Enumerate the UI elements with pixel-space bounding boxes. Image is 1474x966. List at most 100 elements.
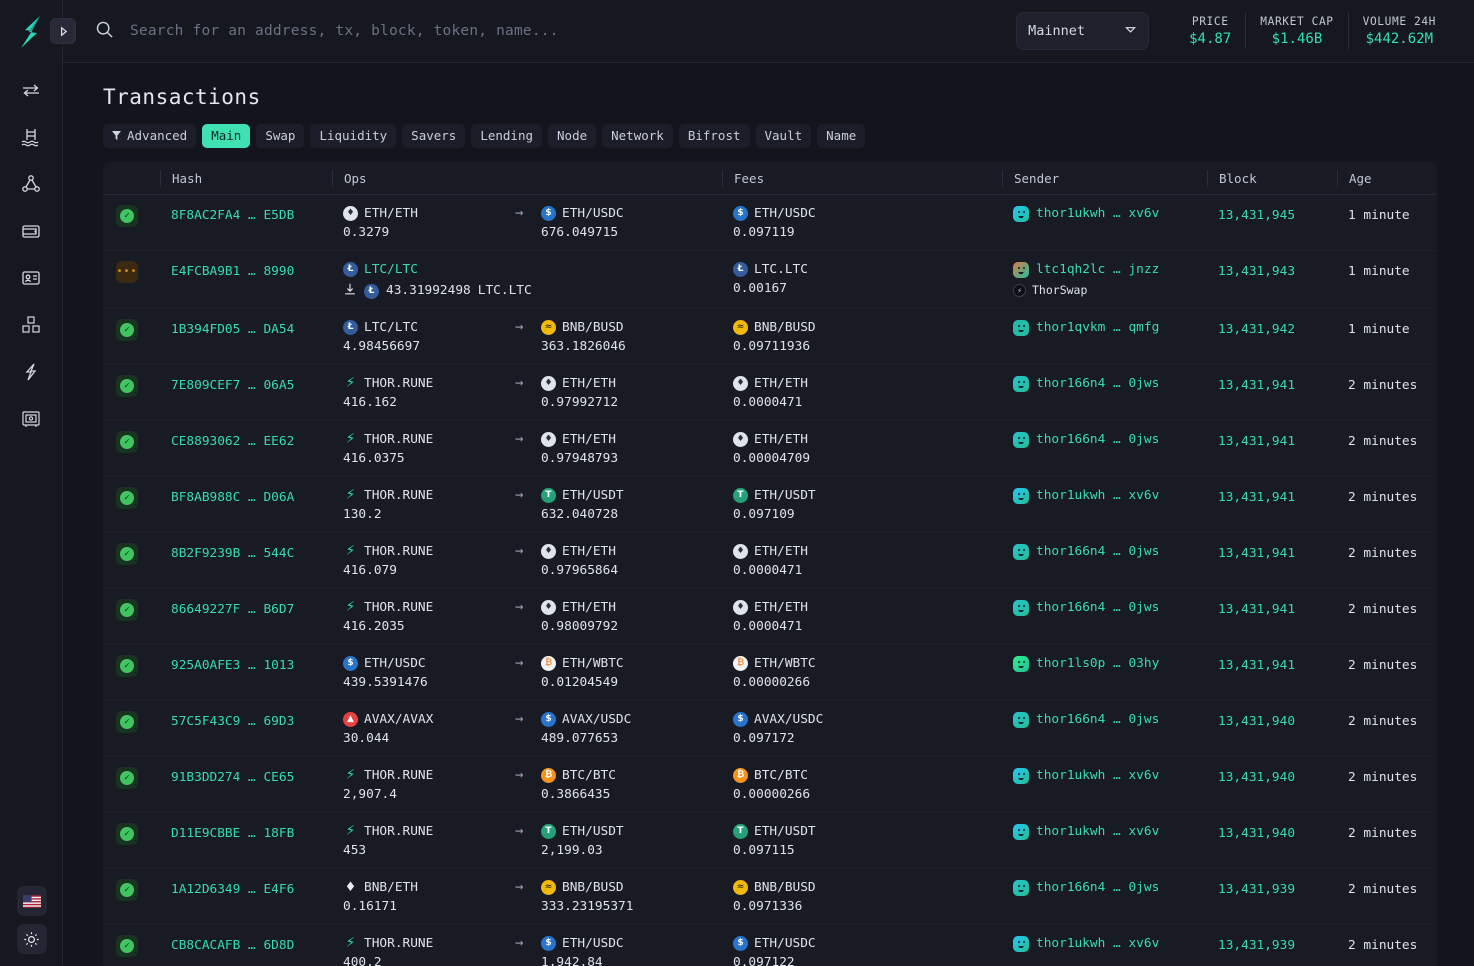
network-select[interactable]: Mainnet	[1016, 12, 1150, 50]
table-row[interactable]: ✓ 57C5F43C9 … 69D3 ▲ AVAX/AVAX 30.044 → $ AVAX/…	[103, 701, 1437, 757]
token-name[interactable]: ETH/USDT	[562, 486, 624, 505]
sender-address-link[interactable]: thor1ls0p … 03hy	[1036, 654, 1159, 673]
tx-hash-link[interactable]: 86649227F … B6D7	[171, 602, 294, 617]
token-name[interactable]: BNB/BUSD	[754, 878, 816, 897]
token-name[interactable]: ETH/USDC	[562, 934, 624, 953]
token-name[interactable]: BNB/ETH	[364, 878, 418, 897]
tab-lending[interactable]: Lending	[471, 124, 543, 148]
tx-hash-link[interactable]: BF8AB988C … D06A	[171, 490, 294, 505]
sidebar-item-accounts[interactable]	[14, 261, 48, 295]
token-name[interactable]: BNB/BUSD	[754, 318, 816, 337]
token-name[interactable]: THOR.RUNE	[364, 766, 433, 785]
token-name[interactable]: ETH/ETH	[562, 598, 616, 617]
sender-address-link[interactable]: thor1ukwh … xv6v	[1036, 934, 1159, 953]
block-height-link[interactable]: 13,431,941	[1218, 490, 1295, 505]
sidebar-item-nodes[interactable]	[14, 167, 48, 201]
table-row[interactable]: ✓ 1A12D6349 … E4F6 ♦ BNB/ETH 0.16171 → ≈ BNB/BU…	[103, 869, 1437, 925]
sender-address-link[interactable]: thor1qvkm … qmfg	[1036, 318, 1159, 337]
token-name[interactable]: THOR.RUNE	[364, 542, 433, 561]
block-height-link[interactable]: 13,431,942	[1218, 322, 1295, 337]
block-height-link[interactable]: 13,431,940	[1218, 770, 1295, 785]
block-height-link[interactable]: 13,431,939	[1218, 882, 1295, 897]
token-name[interactable]: THOR.RUNE	[364, 486, 433, 505]
token-name[interactable]: ETH/ETH	[562, 374, 616, 393]
tx-hash-link[interactable]: 1A12D6349 … E4F6	[171, 882, 294, 897]
token-name[interactable]: AVAX/USDC	[754, 710, 823, 729]
token-name[interactable]: THOR.RUNE	[364, 934, 433, 953]
token-name[interactable]: LTC.LTC	[754, 260, 808, 279]
token-name[interactable]: ETH/ETH	[754, 598, 808, 617]
tx-hash-link[interactable]: 57C5F43C9 … 69D3	[171, 714, 294, 729]
table-row[interactable]: ✓ 8F8AC2FA4 … E5DB ♦ ETH/ETH 0.3279 → $ ETH/USD…	[103, 195, 1437, 251]
token-name[interactable]: BNB/BUSD	[562, 878, 624, 897]
token-name[interactable]: ETH/USDC	[364, 654, 426, 673]
token-name[interactable]: LTC/LTC	[364, 260, 418, 279]
tx-hash-link[interactable]: 8F8AC2FA4 … E5DB	[171, 208, 294, 223]
search-bar[interactable]	[95, 20, 1017, 43]
sender-address-link[interactable]: thor166n4 … 0jws	[1036, 710, 1159, 729]
column-sender[interactable]: Sender	[1002, 169, 1207, 187]
column-age[interactable]: Age	[1337, 169, 1437, 187]
sidebar-collapse-button[interactable]	[50, 18, 76, 44]
sidebar-item-thorchain[interactable]	[14, 355, 48, 389]
sender-address-link[interactable]: thor1ukwh … xv6v	[1036, 766, 1159, 785]
token-name[interactable]: ETH/USDT	[754, 486, 816, 505]
table-row[interactable]: ✓ 7E809CEF7 … 06A5 ⚡ THOR.RUNE 416.162 → ♦ ETH/…	[103, 365, 1437, 421]
table-row[interactable]: ✓ 86649227F … B6D7 ⚡ THOR.RUNE 416.2035 → ♦ ETH…	[103, 589, 1437, 645]
token-name[interactable]: ETH/ETH	[754, 542, 808, 561]
token-name[interactable]: ETH/WBTC	[562, 654, 624, 673]
advanced-filter-button[interactable]: Advanced	[103, 124, 197, 148]
token-name[interactable]: LTC/LTC	[364, 318, 418, 337]
token-name[interactable]: BTC/BTC	[562, 766, 616, 785]
token-name[interactable]: BTC/BTC	[754, 766, 808, 785]
table-row[interactable]: ✓ 91B3DD274 … CE65 ⚡ THOR.RUNE 2,907.4 → ₿ BTC/…	[103, 757, 1437, 813]
tab-node[interactable]: Node	[548, 124, 597, 148]
token-name[interactable]: ETH/USDC	[754, 204, 816, 223]
table-row[interactable]: ✓ CE8893062 … EE62 ⚡ THOR.RUNE 416.0375 → ♦ ETH…	[103, 421, 1437, 477]
block-height-link[interactable]: 13,431,941	[1218, 434, 1295, 449]
block-height-link[interactable]: 13,431,941	[1218, 546, 1295, 561]
tab-liquidity[interactable]: Liquidity	[310, 124, 397, 148]
token-name[interactable]: THOR.RUNE	[364, 598, 433, 617]
token-name[interactable]: ETH/USDT	[754, 822, 816, 841]
tab-savers[interactable]: Savers	[402, 124, 466, 148]
tx-hash-link[interactable]: 1B394FD05 … DA54	[171, 322, 294, 337]
tab-name[interactable]: Name	[817, 124, 866, 148]
tx-hash-link[interactable]: E4FCBA9B1 … 8990	[171, 264, 294, 279]
sender-address-link[interactable]: thor1ukwh … xv6v	[1036, 822, 1159, 841]
token-name[interactable]: ETH/ETH	[562, 542, 616, 561]
token-name[interactable]: ETH/ETH	[562, 430, 616, 449]
column-hash[interactable]: Hash	[160, 169, 332, 187]
tab-bifrost[interactable]: Bifrost	[678, 124, 750, 148]
block-height-link[interactable]: 13,431,945	[1218, 208, 1295, 223]
tx-hash-link[interactable]: 7E809CEF7 … 06A5	[171, 378, 294, 393]
sidebar-item-transfers[interactable]	[14, 73, 48, 107]
sidebar-item-blocks[interactable]	[14, 308, 48, 342]
tx-hash-link[interactable]: 925A0AFE3 … 1013	[171, 658, 294, 673]
block-height-link[interactable]: 13,431,941	[1218, 658, 1295, 673]
table-row[interactable]: ✓ 1B394FD05 … DA54 Ł LTC/LTC 4.98456697 → ≈ BNB…	[103, 309, 1437, 365]
sender-address-link[interactable]: thor166n4 … 0jws	[1036, 542, 1159, 561]
sidebar-item-pools[interactable]	[14, 120, 48, 154]
column-ops[interactable]: Ops	[332, 169, 722, 187]
tab-vault[interactable]: Vault	[755, 124, 812, 148]
sender-address-link[interactable]: thor166n4 … 0jws	[1036, 878, 1159, 897]
block-height-link[interactable]: 13,431,940	[1218, 714, 1295, 729]
table-row[interactable]: ✓ CB8CACAFB … 6D8D ⚡ THOR.RUNE 400.2 → $ ETH/US…	[103, 925, 1437, 966]
token-name[interactable]: ETH/ETH	[364, 204, 418, 223]
tx-hash-link[interactable]: CE8893062 … EE62	[171, 434, 294, 449]
theme-toggle-button[interactable]	[16, 924, 47, 954]
token-name[interactable]: AVAX/AVAX	[364, 710, 433, 729]
language-button[interactable]	[16, 886, 47, 916]
tx-hash-link[interactable]: 91B3DD274 … CE65	[171, 770, 294, 785]
token-name[interactable]: ETH/ETH	[754, 374, 808, 393]
search-input[interactable]	[130, 23, 1017, 39]
sidebar-item-vault[interactable]	[14, 402, 48, 436]
sender-address-link[interactable]: thor166n4 … 0jws	[1036, 374, 1159, 393]
table-row[interactable]: ••• E4FCBA9B1 … 8990 Ł LTC/LTC Ł 43.31992498 L…	[103, 251, 1437, 309]
token-name[interactable]: ETH/USDC	[754, 934, 816, 953]
block-height-link[interactable]: 13,431,941	[1218, 602, 1295, 617]
token-name[interactable]: ETH/USDC	[562, 204, 624, 223]
sender-address-link[interactable]: thor166n4 … 0jws	[1036, 430, 1159, 449]
tx-hash-link[interactable]: CB8CACAFB … 6D8D	[171, 938, 294, 953]
